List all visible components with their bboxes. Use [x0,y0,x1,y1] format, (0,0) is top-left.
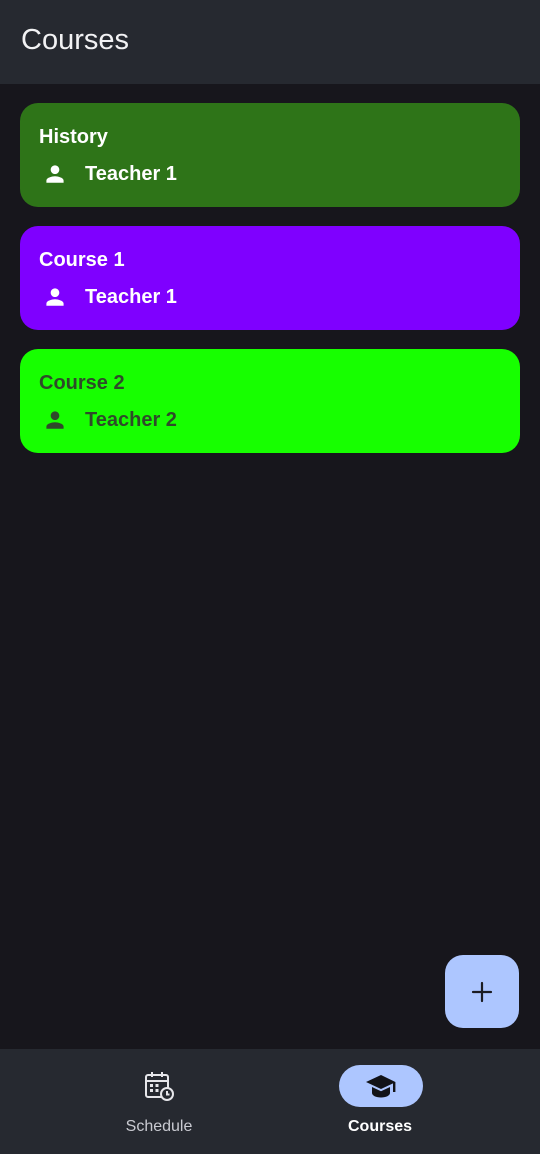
nav-label: Courses [347,1118,413,1135]
course-card[interactable]: History Teacher 1 [20,103,520,207]
page-title: Courses [21,24,129,56]
nav-indicator [124,1065,194,1107]
course-name: Course 1 [39,249,125,271]
person-icon [46,411,64,429]
teacher-row: Teacher 1 [43,160,177,188]
teacher-name: Teacher 1 [85,162,177,185]
teacher-row: Teacher 2 [43,406,177,434]
teacher-name: Teacher 1 [85,285,177,308]
plus-icon [471,981,493,1002]
course-name: History [39,126,108,148]
course-card[interactable]: Course 1 Teacher 1 [20,226,520,330]
teacher-name: Teacher 2 [85,408,177,431]
course-name: Course 2 [39,372,125,394]
nav-label: Schedule [125,1118,193,1135]
course-list: History Teacher 1 Course 1 Teacher 1 Cou… [20,103,520,472]
add-course-button[interactable] [445,955,519,1028]
nav-indicator-active [339,1065,423,1107]
graduation-cap-icon [366,1075,396,1098]
person-icon [46,165,64,183]
top-app-bar: Courses [0,0,540,84]
person-icon [46,288,64,306]
calendar-clock-icon [145,1072,174,1101]
courses-screen: Courses History Teacher 1 Course 1 Teach… [0,0,540,1154]
nav-item-schedule[interactable]: Schedule [49,1049,269,1154]
nav-item-courses[interactable]: Courses [270,1049,490,1154]
teacher-row: Teacher 1 [43,283,177,311]
course-card[interactable]: Course 2 Teacher 2 [20,349,520,453]
bottom-navigation: Schedule Courses [0,1049,540,1154]
